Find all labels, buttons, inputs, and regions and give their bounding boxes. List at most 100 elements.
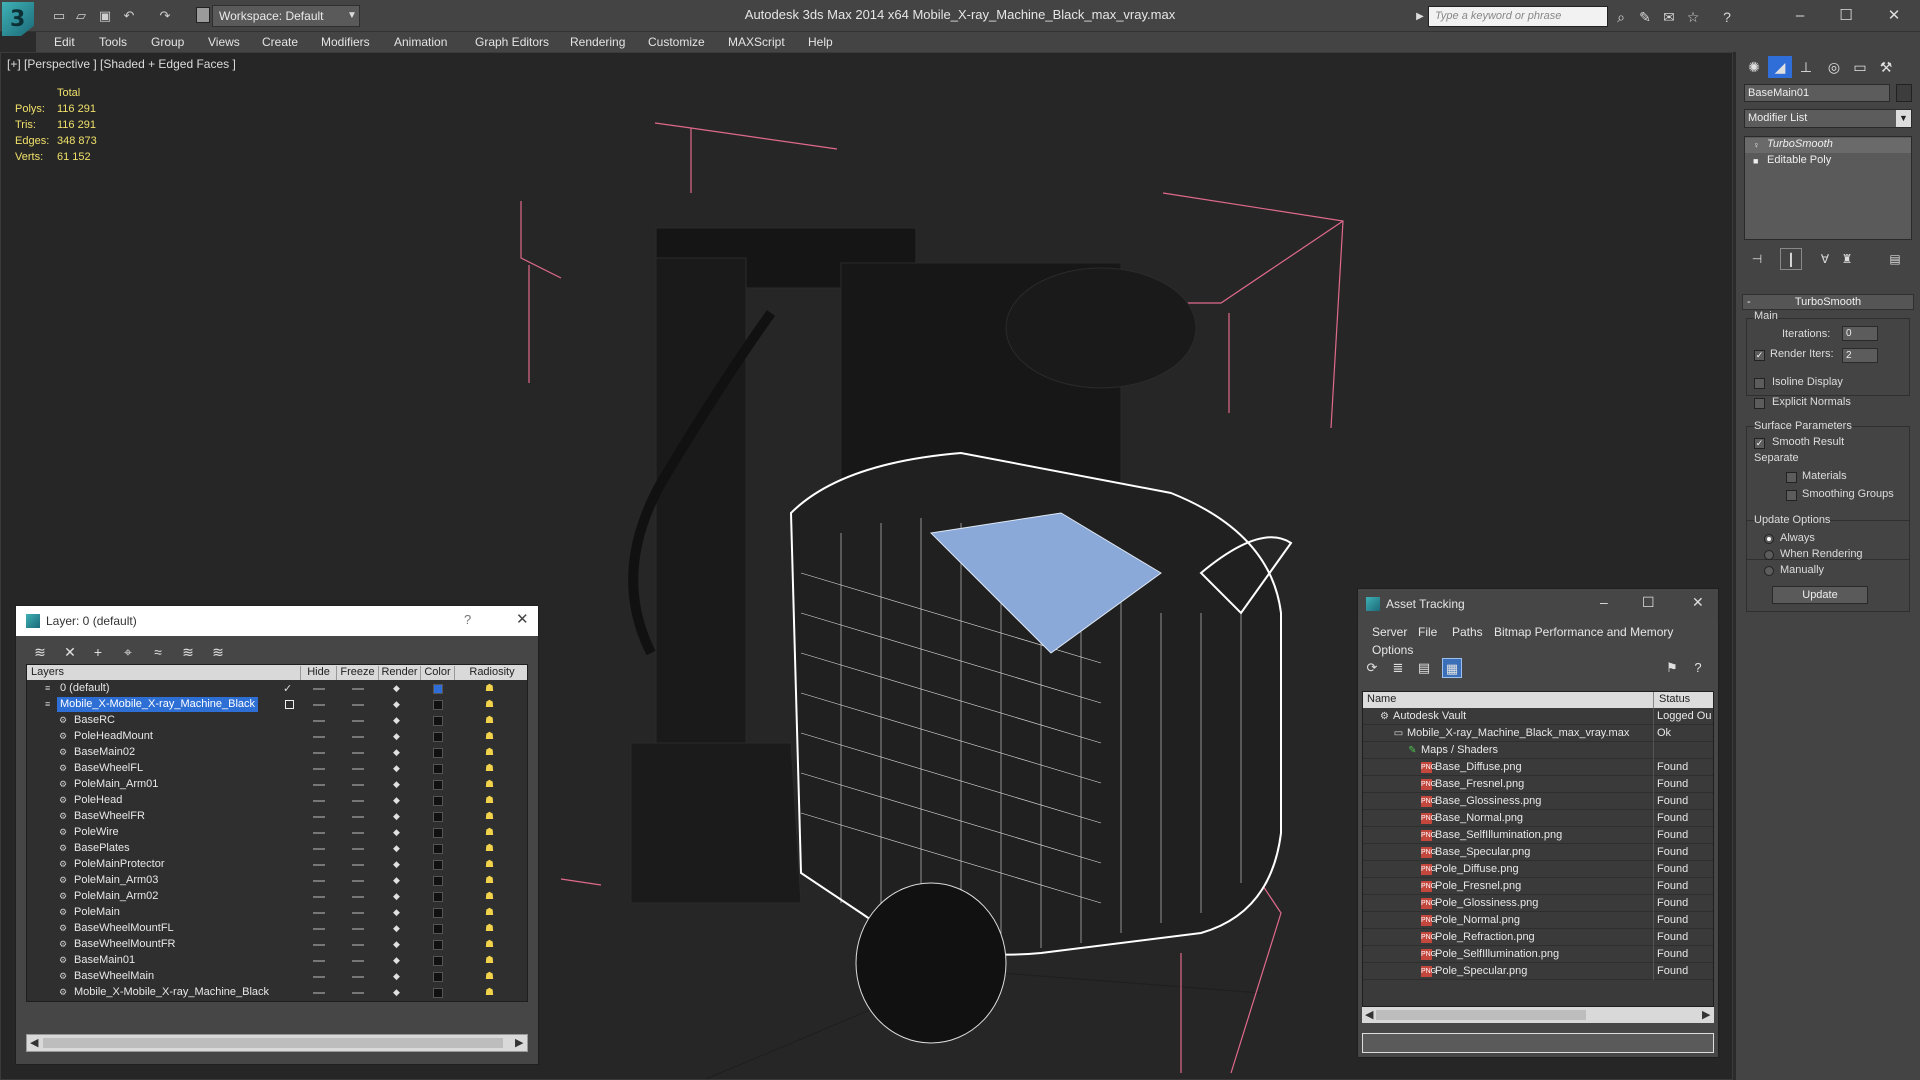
manually-radio[interactable] (1764, 566, 1774, 576)
layer-object-row[interactable]: ⚙ PoleHeadMount ◆ ☗ (27, 729, 527, 745)
layer-object-row[interactable]: ⚙ BaseWheelFR ◆ ☗ (27, 809, 527, 825)
render-teapot-icon[interactable]: ◆ (393, 748, 403, 757)
show-end-result-icon[interactable]: ┃ (1780, 248, 1802, 270)
freeze-toggle[interactable] (352, 768, 364, 770)
layer-active-box-icon[interactable] (285, 700, 294, 709)
hide-toggle[interactable] (313, 864, 325, 866)
layer-color-swatch[interactable] (433, 876, 443, 886)
hierarchy-tab-icon[interactable]: ⊥ (1794, 56, 1818, 78)
vault-help-icon[interactable]: ? (1688, 658, 1708, 678)
vault-status-icon[interactable]: ⚑ (1662, 658, 1682, 678)
layer-row-name[interactable]: BaseWheelMain (71, 969, 157, 984)
layer-row-name[interactable]: PoleMainProtector (71, 857, 168, 872)
hide-toggle[interactable] (313, 816, 325, 818)
help-button[interactable]: ? (464, 612, 471, 627)
layer-color-swatch[interactable] (433, 924, 443, 934)
materials-checkbox[interactable] (1786, 472, 1797, 483)
freeze-toggle[interactable] (352, 816, 364, 818)
radiosity-bulb-icon[interactable]: ☗ (485, 843, 497, 855)
configure-sets-icon[interactable]: ▤ (1884, 248, 1906, 270)
hide-toggle[interactable] (313, 800, 325, 802)
freeze-toggle[interactable] (352, 944, 364, 946)
radiosity-bulb-icon[interactable]: ☗ (485, 763, 497, 775)
create-layer-icon[interactable]: ≋ (30, 642, 50, 662)
freeze-toggle[interactable] (352, 880, 364, 882)
display-tab-icon[interactable]: ▭ (1848, 56, 1872, 78)
radiosity-bulb-icon[interactable]: ☗ (485, 939, 497, 951)
layer-color-swatch[interactable] (433, 988, 443, 998)
expand-plus-icon[interactable]: ■ (1753, 156, 1762, 167)
freeze-toggle[interactable] (352, 832, 364, 834)
hide-toggle[interactable] (313, 880, 325, 882)
layer-color-swatch[interactable] (433, 892, 443, 902)
select-objects-icon[interactable]: ⌖ (118, 642, 138, 662)
render-teapot-icon[interactable]: ◆ (393, 988, 403, 997)
layer-row-name[interactable]: Mobile_X-Mobile_X-ray_Machine_Black (57, 697, 259, 712)
radiosity-bulb-icon[interactable]: ☗ (485, 827, 497, 839)
render-teapot-icon[interactable]: ◆ (393, 972, 403, 981)
layer-object-row[interactable]: ⚙ PoleMain_Arm03 ◆ ☗ (27, 873, 527, 889)
stack-item-turbosmooth[interactable]: ♀ TurboSmooth (1745, 138, 1911, 153)
radiosity-bulb-icon[interactable]: ☗ (485, 731, 497, 743)
render-teapot-icon[interactable]: ◆ (393, 892, 403, 901)
layer-color-swatch[interactable] (433, 732, 443, 742)
asset-row[interactable]: PNG Pole_Diffuse.png Found (1363, 861, 1713, 878)
search-input[interactable]: Type a keyword or phrase (1428, 6, 1608, 27)
freeze-toggle[interactable] (352, 960, 364, 962)
hide-toggle[interactable] (313, 784, 325, 786)
when-rendering-radio[interactable] (1764, 550, 1774, 560)
viewport-label[interactable]: [+] [Perspective ] [Shaded + Edged Faces… (7, 57, 236, 71)
current-layer-check-icon[interactable]: ✓ (283, 682, 292, 695)
menu-modifiers[interactable]: Modifiers (321, 35, 370, 49)
asset-menu-file[interactable]: File (1418, 625, 1437, 639)
freeze-toggle[interactable] (352, 992, 364, 994)
close-icon[interactable]: ✕ (1692, 594, 1704, 611)
modify-tab-icon[interactable]: ◢ (1768, 56, 1792, 78)
explicit-normals-checkbox[interactable] (1754, 398, 1765, 409)
col-radiosity[interactable]: Radiosity (455, 666, 527, 680)
layer-object-row[interactable]: ⚙ PoleWire ◆ ☗ (27, 825, 527, 841)
asset-row[interactable]: PNG Base_Diffuse.png Found (1363, 759, 1713, 776)
hide-toggle[interactable] (313, 912, 325, 914)
scroll-right-icon[interactable]: ▶ (515, 1036, 523, 1049)
menu-tools[interactable]: Tools (99, 35, 127, 49)
layer-object-row[interactable]: ⚙ BaseRC ◆ ☗ (27, 713, 527, 729)
communication-icon[interactable]: ✉ (1660, 8, 1678, 26)
minimize-button[interactable]: – (1782, 4, 1818, 28)
layer-row-name[interactable]: BaseWheelMountFR (71, 937, 179, 952)
hide-toggle[interactable] (313, 896, 325, 898)
radiosity-bulb-icon[interactable]: ☗ (485, 699, 497, 711)
asset-row[interactable]: PNG Base_Specular.png Found (1363, 844, 1713, 861)
favorites-star-icon[interactable]: ☆ (1684, 8, 1702, 26)
layer-row-name[interactable]: BaseRC (71, 713, 118, 728)
layer-color-swatch[interactable] (433, 716, 443, 726)
radiosity-bulb-icon[interactable]: ☗ (485, 891, 497, 903)
layer-object-row[interactable]: ⚙ PoleHead ◆ ☗ (27, 793, 527, 809)
layer-color-swatch[interactable] (433, 764, 443, 774)
layer-color-swatch[interactable] (433, 748, 443, 758)
layer-object-row[interactable]: ⚙ PoleMain_Arm01 ◆ ☗ (27, 777, 527, 793)
layer-object-row[interactable]: ⚙ BaseMain02 ◆ ☗ (27, 745, 527, 761)
subscription-icon[interactable]: ✎ (1636, 8, 1654, 26)
col-name[interactable]: Name (1367, 693, 1396, 705)
col-render[interactable]: Render (379, 666, 421, 680)
freeze-toggle[interactable] (352, 752, 364, 754)
freeze-toggle[interactable] (352, 688, 364, 690)
maximize-icon[interactable]: ☐ (1642, 594, 1655, 611)
asset-horizontal-scrollbar[interactable]: ◀ ▶ (1362, 1007, 1714, 1023)
render-teapot-icon[interactable]: ◆ (393, 828, 403, 837)
layer-color-swatch[interactable] (433, 844, 443, 854)
asset-row[interactable]: ⚙ Autodesk Vault Logged Ou (1363, 708, 1713, 725)
render-teapot-icon[interactable]: ◆ (393, 844, 403, 853)
layer-row-name[interactable]: PoleHead (71, 793, 125, 808)
layer-row[interactable]: ≡ Mobile_X-Mobile_X-ray_Machine_Black ◆ ☗ (27, 697, 527, 713)
render-teapot-icon[interactable]: ◆ (393, 812, 403, 821)
hide-toggle[interactable] (313, 976, 325, 978)
render-teapot-icon[interactable]: ◆ (393, 940, 403, 949)
delete-layer-icon[interactable]: ✕ (60, 642, 80, 662)
radiosity-bulb-icon[interactable]: ☗ (485, 779, 497, 791)
radiosity-bulb-icon[interactable]: ☗ (485, 859, 497, 871)
col-layers[interactable]: Layers (27, 666, 301, 680)
hide-toggle[interactable] (313, 768, 325, 770)
remove-modifier-icon[interactable]: ♜ (1836, 248, 1858, 270)
